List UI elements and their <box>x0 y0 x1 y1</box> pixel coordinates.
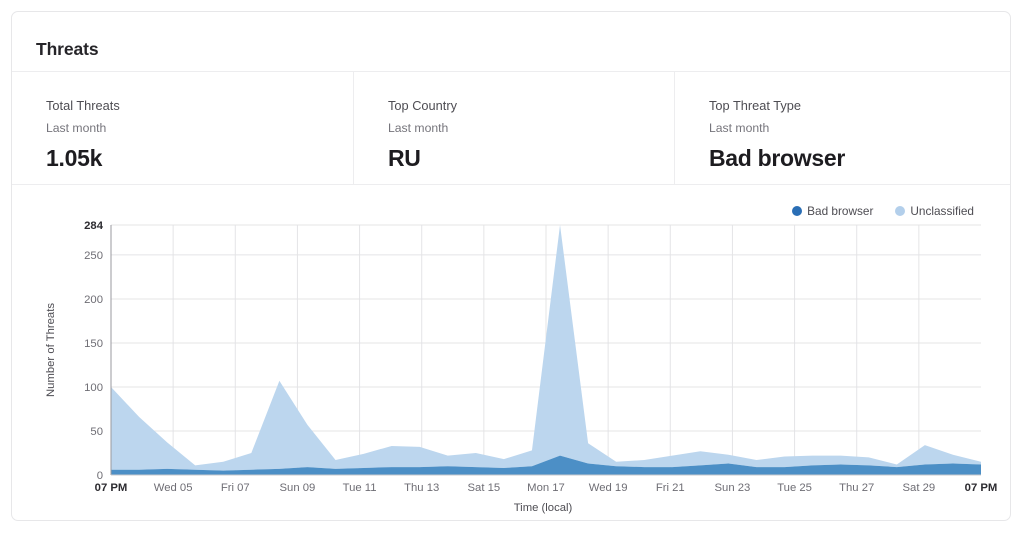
y-tick-label: 250 <box>84 250 103 262</box>
threats-card: Threats Total Threats Last month 1.05k T… <box>11 11 1011 521</box>
x-tick-label: Fri 21 <box>656 482 685 494</box>
x-tick-label: Sat 29 <box>903 482 936 494</box>
stat-total-threats: Total Threats Last month 1.05k <box>12 72 353 184</box>
x-axis-title: Time (local) <box>514 502 573 514</box>
stat-value: 1.05k <box>46 145 103 171</box>
x-tick-label: Wed 05 <box>154 482 193 494</box>
stats-strip: Total Threats Last month 1.05k Top Count… <box>12 72 1010 185</box>
x-tick-label: Mon 17 <box>527 482 565 494</box>
x-tick-label: 07 PM <box>965 482 998 494</box>
stat-label: Total Threats <box>46 98 120 113</box>
stat-top-country: Top Country Last month RU <box>353 72 674 184</box>
x-tick-label: Tue 25 <box>777 482 812 494</box>
x-tick-label: Thu 27 <box>839 482 874 494</box>
y-axis-title: Number of Threats <box>45 303 57 397</box>
stat-label: Top Threat Type <box>709 98 802 113</box>
stat-label: Top Country <box>388 98 457 113</box>
y-tick-label: 150 <box>84 338 103 350</box>
page-title: Threats <box>36 39 99 59</box>
area-chart-svg: 0 50 100 150 200 250 284 Number of Threats 07 PM… <box>45 220 998 514</box>
y-tick-label: 100 <box>84 382 103 394</box>
y-tick-label: 50 <box>90 426 103 438</box>
x-tick-label: Sun 23 <box>715 482 751 494</box>
stat-period: Last month <box>709 121 770 135</box>
x-tick-label: Thu 13 <box>404 482 439 494</box>
stat-period: Last month <box>388 121 449 135</box>
x-tick-label: Sun 09 <box>280 482 316 494</box>
stat-value: Bad browser <box>709 145 846 171</box>
x-tick-label: Wed 19 <box>589 482 628 494</box>
x-tick-label: Tue 11 <box>343 482 377 494</box>
card-header: Threats <box>12 12 1010 72</box>
y-tick-label: 284 <box>84 220 104 232</box>
y-tick-label: 0 <box>97 470 103 482</box>
x-tick-label: Fri 07 <box>221 482 250 494</box>
y-tick-label: 200 <box>84 294 103 306</box>
chart-region: Bad browser Unclassified 0 50 100 150 200 250… <box>12 186 1010 520</box>
x-tick-label: Sat 15 <box>468 482 501 494</box>
stat-value: RU <box>388 145 421 171</box>
stat-period: Last month <box>46 121 107 135</box>
x-tick-label: 07 PM <box>95 482 128 494</box>
stat-top-threat-type: Top Threat Type Last month Bad browser <box>674 72 1010 184</box>
screenshot-root: Threats Total Threats Last month 1.05k T… <box>0 0 1024 533</box>
area-chart: 0 50 100 150 200 250 284 Number of Threats 07 PM… <box>12 186 1010 520</box>
